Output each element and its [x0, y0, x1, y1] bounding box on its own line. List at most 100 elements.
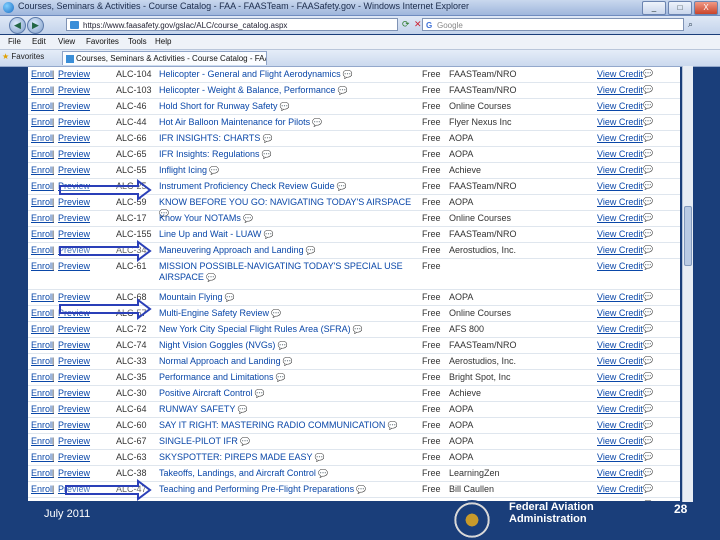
preview-link[interactable]: Preview [58, 261, 90, 271]
course-title-link[interactable]: The Art of Aeronautical Decision-Making … [159, 500, 419, 501]
view-credit-link[interactable]: View Credit [597, 292, 643, 302]
maximize-button[interactable]: □ [668, 1, 692, 15]
vertical-scrollbar[interactable] [682, 66, 693, 502]
comment-bubble-icon[interactable]: 💬 [643, 324, 653, 333]
comment-bubble-icon[interactable]: 💬 [385, 421, 398, 430]
enroll-link[interactable]: Enroll [31, 436, 54, 446]
preview-link[interactable]: Preview [58, 484, 90, 494]
view-credit-link[interactable]: View Credit [597, 261, 643, 271]
preview-link[interactable]: Preview [58, 452, 90, 462]
course-title-link[interactable]: MISSION POSSIBLE-NAVIGATING TODAY'S SPEC… [159, 261, 419, 283]
preview-link[interactable]: Preview [58, 69, 90, 79]
menu-edit[interactable]: Edit [32, 37, 46, 46]
enroll-link[interactable]: Enroll [31, 245, 54, 255]
comment-bubble-icon[interactable]: 💬 [281, 357, 293, 366]
comment-bubble-icon[interactable]: 💬 [310, 118, 322, 127]
favorites-button[interactable]: ★ Favorites [2, 52, 44, 61]
view-credit-link[interactable]: View Credit [597, 197, 643, 207]
comment-bubble-icon[interactable]: 💬 [304, 246, 316, 255]
course-title-link[interactable]: Mountain Flying 💬 [159, 292, 419, 303]
comment-bubble-icon[interactable]: 💬 [643, 372, 653, 381]
comment-bubble-icon[interactable]: 💬 [643, 484, 653, 493]
view-credit-link[interactable]: View Credit [597, 356, 643, 366]
comment-bubble-icon[interactable]: 💬 [643, 436, 653, 445]
comment-bubble-icon[interactable]: 💬 [643, 149, 653, 158]
menu-favorites[interactable]: Favorites [86, 37, 119, 46]
menu-view[interactable]: View [58, 37, 75, 46]
comment-bubble-icon[interactable]: 💬 [269, 309, 281, 318]
preview-link[interactable]: Preview [58, 213, 90, 223]
comment-bubble-icon[interactable]: 💬 [643, 69, 653, 78]
view-credit-link[interactable]: View Credit [597, 468, 643, 478]
comment-bubble-icon[interactable]: 💬 [643, 356, 653, 365]
course-title-link[interactable]: IFR Insights: Regulations 💬 [159, 149, 419, 160]
course-title-link[interactable]: Teaching and Performing Pre-Flight Prepa… [159, 484, 419, 495]
comment-bubble-icon[interactable]: 💬 [643, 165, 653, 174]
comment-bubble-icon[interactable]: 💬 [643, 229, 653, 238]
enroll-link[interactable]: Enroll [31, 372, 54, 382]
preview-link[interactable]: Preview [58, 308, 90, 318]
course-title-link[interactable]: Line Up and Wait - LUAW 💬 [159, 229, 419, 240]
comment-bubble-icon[interactable]: 💬 [351, 325, 363, 334]
address-input[interactable]: https://www.faasafety.gov/gslac/ALC/cour… [66, 18, 398, 31]
comment-bubble-icon[interactable]: 💬 [223, 293, 235, 302]
course-title-link[interactable]: Helicopter - General and Flight Aerodyna… [159, 69, 419, 80]
course-title-link[interactable]: IFR INSIGHTS: CHARTS 💬 [159, 133, 419, 144]
enroll-link[interactable]: Enroll [31, 261, 54, 271]
enroll-link[interactable]: Enroll [31, 308, 54, 318]
comment-bubble-icon[interactable]: 💬 [207, 166, 219, 175]
comment-bubble-icon[interactable]: 💬 [241, 214, 253, 223]
preview-link[interactable]: Preview [58, 500, 90, 501]
enroll-link[interactable]: Enroll [31, 292, 54, 302]
preview-link[interactable]: Preview [58, 197, 90, 207]
preview-link[interactable]: Preview [58, 133, 90, 143]
menu-help[interactable]: Help [155, 37, 171, 46]
view-credit-link[interactable]: View Credit [597, 500, 643, 501]
preview-link[interactable]: Preview [58, 388, 90, 398]
view-credit-link[interactable]: View Credit [597, 452, 643, 462]
enroll-link[interactable]: Enroll [31, 500, 54, 501]
comment-bubble-icon[interactable]: 💬 [643, 101, 653, 110]
course-title-link[interactable]: SKYSPOTTER: PIREPS MADE EASY 💬 [159, 452, 419, 463]
comment-bubble-icon[interactable]: 💬 [261, 230, 274, 239]
comment-bubble-icon[interactable]: 💬 [313, 453, 325, 462]
comment-bubble-icon[interactable]: 💬 [643, 468, 653, 477]
search-icon[interactable]: ⌕ [688, 19, 693, 30]
comment-bubble-icon[interactable]: 💬 [643, 420, 653, 429]
course-title-link[interactable]: Night Vision Goggles (NVGs) 💬 [159, 340, 419, 351]
preview-link[interactable]: Preview [58, 149, 90, 159]
search-input[interactable]: G Google [422, 18, 684, 31]
course-title-link[interactable]: SAY IT RIGHT: MASTERING RADIO COMMUNICAT… [159, 420, 419, 431]
menu-tools[interactable]: Tools [128, 37, 147, 46]
enroll-link[interactable]: Enroll [31, 165, 54, 175]
view-credit-link[interactable]: View Credit [597, 484, 643, 494]
course-title-link[interactable]: New York City Special Flight Rules Area … [159, 324, 419, 335]
view-credit-link[interactable]: View Credit [597, 229, 643, 239]
view-credit-link[interactable]: View Credit [597, 340, 643, 350]
comment-bubble-icon[interactable]: 💬 [204, 273, 216, 282]
comment-bubble-icon[interactable]: 💬 [643, 213, 653, 222]
comment-bubble-icon[interactable]: 💬 [354, 485, 366, 494]
view-credit-link[interactable]: View Credit [597, 133, 643, 143]
view-credit-link[interactable]: View Credit [597, 245, 643, 255]
comment-bubble-icon[interactable]: 💬 [643, 388, 653, 397]
view-credit-link[interactable]: View Credit [597, 324, 643, 334]
course-title-link[interactable]: RUNWAY SAFETY 💬 [159, 404, 419, 415]
comment-bubble-icon[interactable]: 💬 [335, 86, 348, 95]
view-credit-link[interactable]: View Credit [597, 388, 643, 398]
comment-bubble-icon[interactable]: 💬 [643, 85, 653, 94]
enroll-link[interactable]: Enroll [31, 197, 54, 207]
enroll-link[interactable]: Enroll [31, 484, 54, 494]
view-credit-link[interactable]: View Credit [597, 117, 643, 127]
enroll-link[interactable]: Enroll [31, 101, 54, 111]
menu-file[interactable]: File [8, 37, 21, 46]
preview-link[interactable]: Preview [58, 181, 90, 191]
enroll-link[interactable]: Enroll [31, 229, 54, 239]
course-title-link[interactable]: Know Your NOTAMs 💬 [159, 213, 419, 224]
preview-link[interactable]: Preview [58, 340, 90, 350]
comment-bubble-icon[interactable]: 💬 [643, 133, 653, 142]
comment-bubble-icon[interactable]: 💬 [643, 197, 653, 206]
enroll-link[interactable]: Enroll [31, 117, 54, 127]
course-title-link[interactable]: Instrument Proficiency Check Review Guid… [159, 181, 419, 192]
comment-bubble-icon[interactable]: 💬 [316, 469, 328, 478]
